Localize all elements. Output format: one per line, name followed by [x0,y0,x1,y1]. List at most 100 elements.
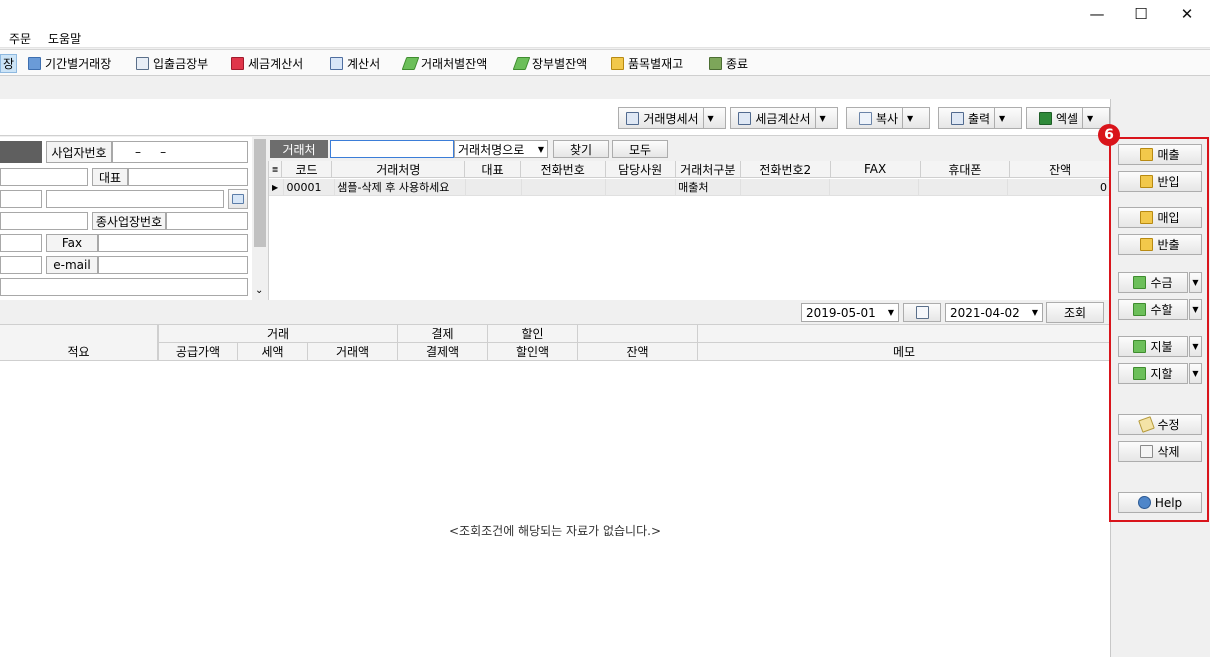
cell-fax [830,179,920,195]
business-type-field[interactable] [0,212,88,230]
print-button[interactable]: 출력 ▼ [938,107,1022,129]
col-summary[interactable]: 적요 [0,343,158,361]
step-badge: 6 [1098,124,1120,146]
mobile-field[interactable] [0,256,42,274]
partner-search-input[interactable] [330,140,454,158]
scroll-down-icon[interactable]: ⌄ [255,285,263,296]
invoice-label: 거래명세서 [643,111,699,126]
ledger-header-spacer [0,325,158,343]
search-mode-select[interactable]: 거래처명으로 ▼ [454,140,548,158]
menu-help[interactable]: 도움말 [48,30,81,47]
cell-phone [522,179,607,195]
col-discount-amount[interactable]: 할인액 [488,343,578,361]
col-mobile[interactable]: 휴대폰 [920,161,1011,178]
col-phone2[interactable]: 전화번호2 [740,161,831,178]
toolbar-item-book-balance[interactable]: 장부별잔액 [512,54,588,73]
toolbar-item-tax-invoice[interactable]: 세금계산서 [231,54,303,73]
minimize-button[interactable]: — [1074,0,1120,28]
box-icon [611,57,624,70]
chevron-down-icon[interactable]: ▼ [814,108,830,128]
date-to-value: 2021-04-02 [950,305,1020,320]
toolbar-item-partner-balance[interactable]: 거래처별잔액 [401,54,487,73]
copy-icon [858,111,872,125]
chevron-down-icon[interactable]: ▼ [994,108,1009,128]
chevron-down-icon[interactable]: ▼ [1082,108,1097,128]
table-row[interactable]: ▶ 00001 샘플-삭제 후 사용하세요 매출처 0 [269,179,1111,196]
find-button[interactable]: 찾기 [553,140,609,158]
col-transaction-amount[interactable]: 거래액 [308,343,398,361]
toolbar-label: 세금계산서 [248,57,304,71]
group-blank-1 [578,325,698,343]
calendar-button[interactable] [903,303,941,322]
group-blank-2 [698,325,1110,343]
print-label: 출력 [967,111,991,126]
query-button[interactable]: 조회 [1046,302,1104,323]
biz-no-field[interactable]: – – [112,141,248,163]
col-rep[interactable]: 대표 [465,161,521,178]
col-balance[interactable]: 잔액 [1010,161,1112,178]
scrollbar-thumb[interactable] [254,139,266,247]
rep-field[interactable] [128,168,248,186]
address-search-button[interactable] [228,189,248,209]
tax-invoice-button[interactable]: 세금계산서 ▼ [730,107,838,129]
fax-field[interactable] [98,234,248,252]
date-from-select[interactable]: 2019-05-01 ▼ [801,303,899,322]
date-to-select[interactable]: 2021-04-02 ▼ [945,303,1043,322]
email-field[interactable] [98,256,248,274]
col-code[interactable]: 코드 [281,161,333,178]
toolbar-label: 입출금장부 [153,57,209,71]
email-label: e-mail [46,256,98,274]
chevron-down-icon[interactable]: ▼ [902,108,917,128]
calculator-icon [136,57,149,70]
close-window-button[interactable]: ✕ [1164,0,1210,28]
search-mode-value: 거래처명으로 [458,142,525,157]
toolbar-item-stock[interactable]: 품목별재고 [611,54,683,73]
grid-menu-icon[interactable]: ≣ [269,161,282,178]
money-icon [401,57,420,70]
address-field[interactable] [46,190,224,208]
excel-label: 엑셀 [1055,111,1079,126]
main-toolbar: 장 기간별거래장 입출금장부 세금계산서 계산서 거래처별잔액 장부별잔액 품목… [0,49,1210,76]
excel-button[interactable]: 엑셀 ▼ [1026,107,1110,129]
zipcode-field[interactable] [0,190,42,208]
toolbar-item-ledger[interactable]: 장 [0,54,18,73]
col-tax[interactable]: 세액 [238,343,308,361]
money-icon [512,57,531,70]
memo-field[interactable] [0,278,248,296]
tax-invoice-label: 세금계산서 [755,111,811,126]
col-payment-amount[interactable]: 결제액 [398,343,488,361]
form-scrollbar[interactable]: ⌄ [252,137,268,300]
col-fax[interactable]: FAX [830,161,921,178]
toolbar-item-cashbook[interactable]: 입출금장부 [136,54,208,73]
maximize-button[interactable]: ☐ [1118,0,1164,28]
action-bar: 거래명세서 ▼ 세금계산서 ▼ 복사 ▼ 출력 ▼ 엑셀 ▼ [0,99,1110,136]
show-all-button[interactable]: 모두 [612,140,668,158]
partner-grid-header: ≣ 코드 거래처명 대표 전화번호 담당사원 거래처구분 전화번호2 FAX 휴… [269,161,1112,178]
phone-field[interactable] [0,234,42,252]
toolbar-item-exit[interactable]: 종료 [709,54,748,73]
printer-icon [626,111,640,125]
toolbar-label: 장부별잔액 [532,57,588,71]
col-memo[interactable]: 메모 [698,343,1110,361]
toolbar-item-period-ledger[interactable]: 기간별거래장 [28,54,111,73]
invoice-button[interactable]: 거래명세서 ▼ [618,107,726,129]
biz-no-value: – – [135,145,167,159]
col-supply-amount[interactable]: 공급가액 [158,343,238,361]
row-pointer-icon: ▶ [269,179,285,195]
toolbar-label: 품목별재고 [628,57,684,71]
col-phone[interactable]: 전화번호 [520,161,606,178]
sub-biz-no-field[interactable] [166,212,248,230]
partner-form: 사업자번호 – – 대표 종사업장번호 Fax e-mail ⌄ [0,137,268,300]
copy-button[interactable]: 복사 ▼ [846,107,930,129]
col-name[interactable]: 거래처명 [332,161,466,178]
sub-biz-no-label: 종사업장번호 [92,212,166,230]
menu-order[interactable]: 주문 [9,30,31,47]
col-partner-type[interactable]: 거래처구분 [675,161,741,178]
col-ledger-balance[interactable]: 잔액 [578,343,698,361]
toolbar-item-invoice[interactable]: 계산서 [330,54,380,73]
chevron-down-icon[interactable]: ▼ [702,108,718,128]
col-staff[interactable]: 담당사원 [605,161,676,178]
partner-name-field[interactable] [0,168,88,186]
form-label-dark [0,141,42,163]
group-transaction: 거래 [158,325,398,343]
